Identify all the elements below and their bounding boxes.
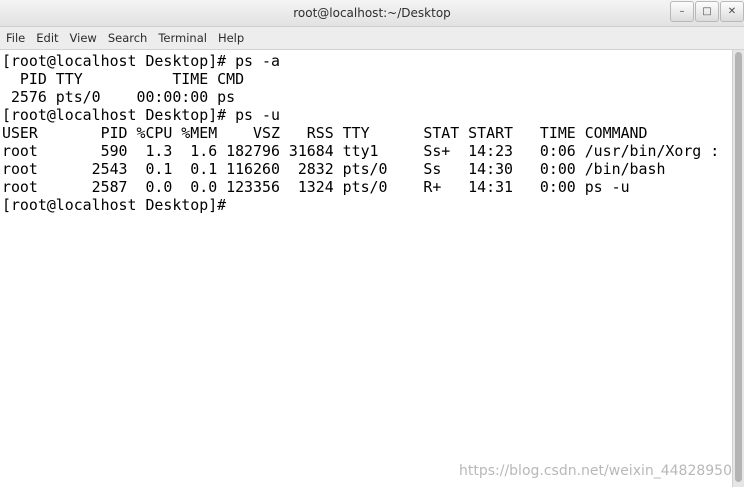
vertical-scrollbar[interactable] — [732, 50, 744, 487]
watermark-text: https://blog.csdn.net/weixin_44828950 — [458, 463, 732, 479]
terminal-line: 2576 pts/0 00:00:00 ps — [2, 88, 236, 106]
terminal-line: USER PID %CPU %MEM VSZ RSS TTY STAT STAR… — [2, 124, 648, 142]
terminal-line: root 2587 0.0 0.0 123356 1324 pts/0 R+ 1… — [2, 178, 630, 196]
terminal-line: PID TTY TIME CMD — [2, 70, 245, 88]
menu-help[interactable]: Help — [213, 27, 249, 49]
terminal-prompt: [root@localhost Desktop]# — [2, 196, 236, 214]
menu-terminal[interactable]: Terminal — [153, 27, 212, 49]
terminal-line: [root@localhost Desktop]# ps -u — [2, 106, 280, 124]
minimize-button[interactable]: – — [670, 1, 694, 22]
scrollbar-thumb[interactable] — [735, 52, 742, 482]
close-icon: ✕ — [727, 6, 737, 17]
menu-file[interactable]: File — [1, 27, 30, 49]
window-controls: – □ ✕ — [669, 1, 744, 23]
terminal-window: root@localhost:~/Desktop – □ ✕ File Edit… — [0, 0, 744, 487]
close-button[interactable]: ✕ — [720, 1, 744, 22]
window-title: root@localhost:~/Desktop — [293, 6, 451, 20]
menu-view[interactable]: View — [65, 27, 102, 49]
terminal-line: [root@localhost Desktop]# ps -a — [2, 52, 280, 70]
menu-edit[interactable]: Edit — [31, 27, 63, 49]
minimize-icon: – — [679, 6, 685, 17]
menu-bar: File Edit View Search Terminal Help — [0, 27, 744, 50]
menu-search[interactable]: Search — [103, 27, 153, 49]
maximize-icon: □ — [702, 6, 712, 17]
title-bar[interactable]: root@localhost:~/Desktop – □ ✕ — [0, 0, 744, 27]
terminal-line: root 590 1.3 1.6 182796 31684 tty1 Ss+ 1… — [2, 142, 720, 160]
terminal-line: root 2543 0.1 0.1 116260 2832 pts/0 Ss 1… — [2, 160, 666, 178]
maximize-button[interactable]: □ — [695, 1, 719, 22]
terminal-output[interactable]: [root@localhost Desktop]# ps -a PID TTY … — [0, 50, 732, 487]
